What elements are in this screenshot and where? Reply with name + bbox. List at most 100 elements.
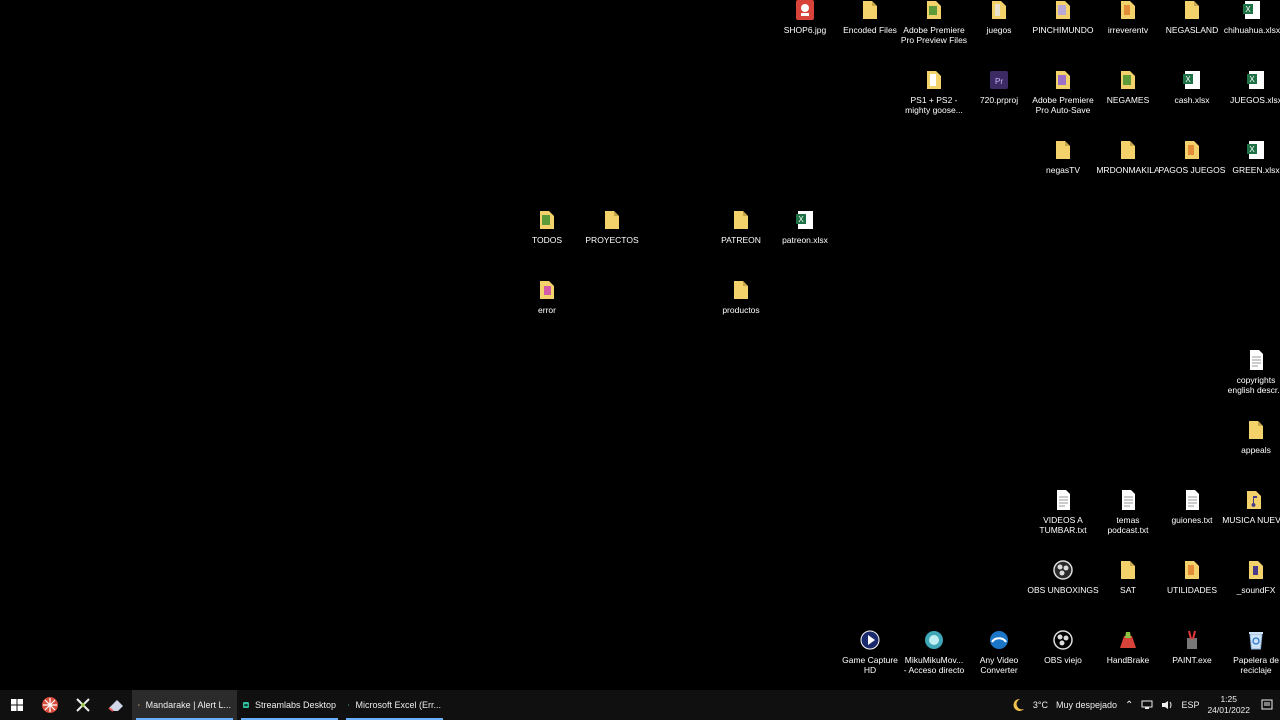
desktop-icon-recycle-bin[interactable]: Papelera de reciclaje bbox=[1217, 630, 1280, 675]
desktop-icon-paint[interactable]: PAINT.exe bbox=[1160, 630, 1224, 665]
folder-icon bbox=[728, 207, 754, 233]
chrome-icon bbox=[138, 704, 140, 706]
start-button[interactable] bbox=[0, 690, 33, 720]
desktop-icon-guiones[interactable]: guiones.txt bbox=[1160, 490, 1224, 525]
folder-icon bbox=[857, 0, 883, 23]
excel-icon: X bbox=[348, 704, 350, 706]
desktop-icon-productos[interactable]: productos bbox=[709, 280, 773, 315]
folder-icon bbox=[728, 277, 754, 303]
desktop-icon-musica-nueva[interactable]: MUSICA NUEVA bbox=[1222, 490, 1280, 525]
folder-icon bbox=[1115, 137, 1141, 163]
taskbar-app-excel[interactable]: X Microsoft Excel (Err... bbox=[342, 690, 447, 720]
icon-label: cash.xlsx bbox=[1174, 95, 1210, 105]
network-icon[interactable] bbox=[1141, 700, 1153, 710]
svg-text:X: X bbox=[1245, 5, 1251, 14]
taskbar-app-chrome[interactable]: Mandarake | Alert L... bbox=[132, 690, 237, 720]
icon-label: juegos bbox=[986, 25, 1012, 35]
icon-label: irreverentv bbox=[1107, 25, 1149, 35]
desktop-icon-pagos-juegos[interactable]: PAGOS JUEGOS bbox=[1153, 140, 1231, 175]
desktop-icon-proyectos[interactable]: PROYECTOS bbox=[580, 210, 644, 245]
notification-icon[interactable] bbox=[1258, 690, 1276, 720]
taskbar-app-streamlabs[interactable]: Streamlabs Desktop bbox=[237, 690, 342, 720]
desktop-icon-handbrake[interactable]: HandBrake bbox=[1096, 630, 1160, 665]
desktop-icon-chihuahua-xlsx[interactable]: X chihuahua.xlsx bbox=[1220, 0, 1280, 35]
svg-text:X: X bbox=[1249, 145, 1255, 154]
desktop-icon-obs-viejo[interactable]: OBS viejo bbox=[1031, 630, 1095, 665]
icon-label: error bbox=[538, 305, 556, 315]
game-capture-icon bbox=[857, 627, 883, 653]
folder-icon bbox=[1241, 487, 1267, 513]
pinned-app-3[interactable] bbox=[99, 690, 132, 720]
desktop-icon-shop6[interactable]: SHOP6.jpg bbox=[773, 0, 837, 35]
taskbar-app-label: Mandarake | Alert L... bbox=[145, 700, 231, 710]
language-indicator[interactable]: ESP bbox=[1181, 700, 1199, 710]
folder-icon bbox=[1179, 137, 1205, 163]
desktop-icon-utilidades[interactable]: UTILIDADES bbox=[1160, 560, 1224, 595]
taskbar-app-label: Streamlabs Desktop bbox=[254, 700, 336, 710]
desktop-icon-green-xlsx[interactable]: X GREEN.xlsx bbox=[1224, 140, 1280, 175]
pinned-app-1[interactable] bbox=[33, 690, 66, 720]
desktop-icon-negastv[interactable]: negasTV bbox=[1031, 140, 1095, 175]
desktop-icon-videos-a-tumbar[interactable]: VIDEOS A TUMBAR.txt bbox=[1031, 490, 1095, 535]
clock[interactable]: 1:25 24/01/2022 bbox=[1207, 694, 1250, 716]
svg-text:X: X bbox=[1185, 75, 1191, 84]
weather-temp[interactable]: 3°C bbox=[1033, 700, 1048, 710]
desktop-icon-encoded-files[interactable]: Encoded Files bbox=[838, 0, 902, 35]
icon-label: PROYECTOS bbox=[585, 235, 639, 245]
desktop-icon-negasland[interactable]: NEGASLAND bbox=[1160, 0, 1224, 35]
desktop-icon-any-video-converter[interactable]: Any Video Converter bbox=[960, 630, 1038, 675]
desktop-icon-temas-podcast[interactable]: temas podcast.txt bbox=[1096, 490, 1160, 535]
desktop-icon-copyrights[interactable]: copyrights english descr... bbox=[1217, 350, 1280, 395]
folder-icon bbox=[534, 277, 560, 303]
windows-icon bbox=[10, 699, 23, 711]
icon-label: chihuahua.xlsx bbox=[1223, 25, 1280, 35]
desktop-icon-todos[interactable]: TODOS bbox=[515, 210, 579, 245]
desktop-icon-juegos[interactable]: juegos bbox=[967, 0, 1031, 35]
desktop-icon-premiere-preview[interactable]: Adobe Premiere Pro Preview Files bbox=[895, 0, 973, 45]
clock-date: 24/01/2022 bbox=[1207, 705, 1250, 715]
obs-icon bbox=[1050, 557, 1076, 583]
taskbar-app-label: Microsoft Excel (Err... bbox=[355, 700, 441, 710]
desktop-icon-appeals[interactable]: appeals bbox=[1224, 420, 1280, 455]
icon-label: 720.prproj bbox=[979, 95, 1019, 105]
desktop[interactable]: SHOP6.jpg Encoded Files Adobe Premiere P… bbox=[0, 0, 1280, 690]
icon-label: HandBrake bbox=[1106, 655, 1150, 665]
desktop-icon-obs-unboxings[interactable]: OBS UNBOXINGS bbox=[1024, 560, 1102, 595]
text-file-icon bbox=[1243, 347, 1269, 373]
folder-icon bbox=[1243, 417, 1269, 443]
desktop-icon-irreverentv[interactable]: irreverentv bbox=[1096, 0, 1160, 35]
desktop-icon-pinchimundo[interactable]: PINCHIMUNDO bbox=[1031, 0, 1095, 35]
desktop-icon-juegos-xlsx[interactable]: X JUEGOS.xlsx bbox=[1224, 70, 1280, 105]
desktop-icon-patreon-xlsx[interactable]: X patreon.xlsx bbox=[773, 210, 837, 245]
desktop-icon-cash-xlsx[interactable]: X cash.xlsx bbox=[1160, 70, 1224, 105]
icon-label: NEGAMES bbox=[1106, 95, 1150, 105]
image-file-icon bbox=[792, 0, 818, 23]
icon-label: Game Capture HD bbox=[842, 655, 898, 675]
desktop-icon-patreon[interactable]: PATREON bbox=[709, 210, 773, 245]
desktop-icon-premiere-autosave[interactable]: Adobe Premiere Pro Auto-Save bbox=[1024, 70, 1102, 115]
clock-time: 1:25 bbox=[1220, 694, 1237, 704]
icon-label: MUSICA NUEVA bbox=[1222, 515, 1280, 525]
weather-icon[interactable] bbox=[1011, 698, 1025, 712]
icon-label: appeals bbox=[1241, 445, 1271, 455]
desktop-icon-soundfx[interactable]: _soundFX bbox=[1224, 560, 1280, 595]
desktop-icon-negames[interactable]: NEGAMES bbox=[1096, 70, 1160, 105]
pinned-app-2[interactable] bbox=[66, 690, 99, 720]
icon-label: PINCHIMUNDO bbox=[1032, 25, 1094, 35]
text-file-icon bbox=[1179, 487, 1205, 513]
desktop-icon-error[interactable]: error bbox=[515, 280, 579, 315]
desktop-icon-ps1-ps2[interactable]: PS1 + PS2 - mighty goose... bbox=[895, 70, 973, 115]
icon-label: NEGASLAND bbox=[1165, 25, 1219, 35]
desktop-icon-sat[interactable]: SAT bbox=[1096, 560, 1160, 595]
icon-label: PAINT.exe bbox=[1172, 655, 1212, 665]
chevron-up-icon[interactable]: ⌃ bbox=[1125, 700, 1133, 711]
pinwheel-icon bbox=[41, 697, 58, 713]
desktop-icon-720-prproj[interactable]: Pr 720.prproj bbox=[967, 70, 1031, 105]
volume-icon[interactable] bbox=[1161, 700, 1173, 710]
icon-label: guiones.txt bbox=[1171, 515, 1213, 525]
folder-icon bbox=[1243, 557, 1269, 583]
folder-icon bbox=[1115, 557, 1141, 583]
folder-icon bbox=[1050, 137, 1076, 163]
weather-desc[interactable]: Muy despejado bbox=[1056, 700, 1117, 710]
streamlabs-icon bbox=[243, 702, 249, 708]
